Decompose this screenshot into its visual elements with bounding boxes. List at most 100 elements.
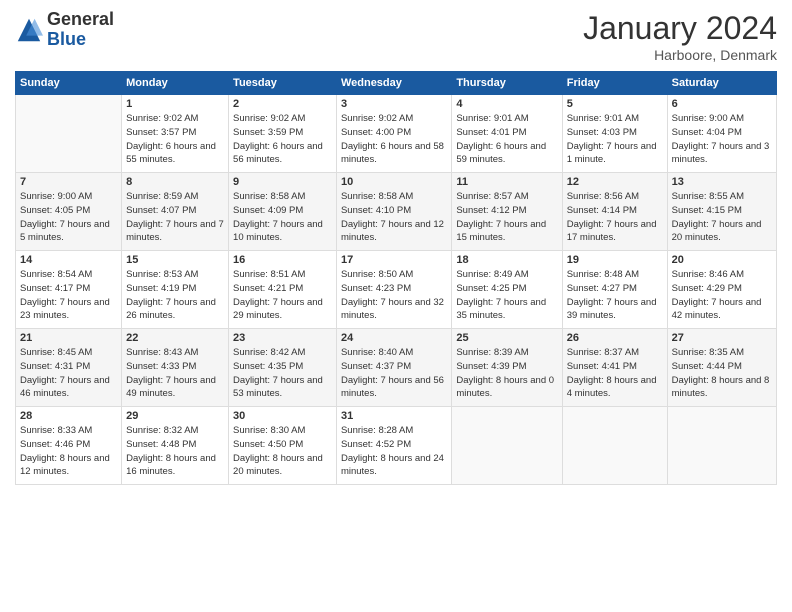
day-info: Sunrise: 8:58 AMSunset: 4:10 PMDaylight:…	[341, 190, 447, 245]
logo-general: General	[47, 9, 114, 29]
day-number: 19	[567, 254, 663, 266]
day-info: Sunrise: 9:00 AMSunset: 4:04 PMDaylight:…	[672, 112, 772, 167]
day-number: 8	[126, 176, 224, 188]
calendar-cell: 15 Sunrise: 8:53 AMSunset: 4:19 PMDayligh…	[122, 251, 229, 329]
calendar-cell: 25Sunrise: 8:39 AMSunset: 4:39 PMDayligh…	[452, 329, 562, 407]
day-number: 27	[672, 332, 772, 344]
day-info: Sunrise: 8:54 AMSunset: 4:17 PMDaylight:…	[20, 268, 117, 323]
day-number: 4	[456, 98, 557, 110]
calendar-cell: 9 Sunrise: 8:58 AMSunset: 4:09 PMDaylight…	[229, 173, 337, 251]
day-info: Sunrise: 8:40 AMSunset: 4:37 PMDaylight:…	[341, 346, 447, 401]
col-monday: Monday	[122, 72, 229, 95]
calendar-cell: 31 Sunrise: 8:28 AMSunset: 4:52 PMDayligh…	[336, 407, 451, 485]
calendar-cell: 14 Sunrise: 8:54 AMSunset: 4:17 PMDayligh…	[16, 251, 122, 329]
calendar-cell: 4 Sunrise: 9:01 AMSunset: 4:01 PMDaylight…	[452, 95, 562, 173]
calendar-cell: 12Sunrise: 8:56 AMSunset: 4:14 PMDayligh…	[562, 173, 667, 251]
day-info: Sunrise: 9:02 AMSunset: 3:59 PMDaylight:…	[233, 112, 332, 167]
calendar-cell: 23 Sunrise: 8:42 AMSunset: 4:35 PMDayligh…	[229, 329, 337, 407]
day-info: Sunrise: 8:48 AMSunset: 4:27 PMDaylight:…	[567, 268, 663, 323]
calendar-cell: 29 Sunrise: 8:32 AMSunset: 4:48 PMDayligh…	[122, 407, 229, 485]
day-info: Sunrise: 8:53 AMSunset: 4:19 PMDaylight:…	[126, 268, 224, 323]
day-number: 31	[341, 410, 447, 422]
day-number: 16	[233, 254, 332, 266]
day-info: Sunrise: 9:00 AMSunset: 4:05 PMDaylight:…	[20, 190, 117, 245]
day-info: Sunrise: 8:46 AMSunset: 4:29 PMDaylight:…	[672, 268, 772, 323]
day-info: Sunrise: 8:49 AMSunset: 4:25 PMDaylight:…	[456, 268, 557, 323]
calendar-cell: 18 Sunrise: 8:49 AMSunset: 4:25 PMDayligh…	[452, 251, 562, 329]
day-info: Sunrise: 8:37 AMSunset: 4:41 PMDaylight:…	[567, 346, 663, 401]
day-number: 26	[567, 332, 663, 344]
day-number: 11	[456, 176, 557, 188]
calendar-cell: 28 Sunrise: 8:33 AMSunset: 4:46 PMDayligh…	[16, 407, 122, 485]
day-info: Sunrise: 9:01 AMSunset: 4:01 PMDaylight:…	[456, 112, 557, 167]
day-info: Sunrise: 8:57 AMSunset: 4:12 PMDaylight:…	[456, 190, 557, 245]
day-info: Sunrise: 8:39 AMSunset: 4:39 PMDaylight:…	[456, 346, 557, 401]
calendar-cell: 8 Sunrise: 8:59 AMSunset: 4:07 PMDaylight…	[122, 173, 229, 251]
day-number: 24	[341, 332, 447, 344]
day-info: Sunrise: 8:42 AMSunset: 4:35 PMDaylight:…	[233, 346, 332, 401]
calendar-cell: 7 Sunrise: 9:00 AMSunset: 4:05 PMDaylight…	[16, 173, 122, 251]
calendar-cell: 1Sunrise: 9:02 AMSunset: 3:57 PMDaylight…	[122, 95, 229, 173]
day-info: Sunrise: 8:28 AMSunset: 4:52 PMDaylight:…	[341, 424, 447, 479]
calendar-cell: 17 Sunrise: 8:50 AMSunset: 4:23 PMDayligh…	[336, 251, 451, 329]
day-info: Sunrise: 9:02 AMSunset: 4:00 PMDaylight:…	[341, 112, 447, 167]
calendar-cell	[452, 407, 562, 485]
page-header: General Blue January 2024 Harboore, Denm…	[15, 10, 777, 63]
calendar-cell	[562, 407, 667, 485]
title-block: January 2024 Harboore, Denmark	[583, 10, 777, 63]
day-number: 7	[20, 176, 117, 188]
calendar-cell: 19 Sunrise: 8:48 AMSunset: 4:27 PMDayligh…	[562, 251, 667, 329]
day-info: Sunrise: 8:33 AMSunset: 4:46 PMDaylight:…	[20, 424, 117, 479]
day-number: 17	[341, 254, 447, 266]
calendar-cell: 6Sunrise: 9:00 AMSunset: 4:04 PMDaylight…	[667, 95, 776, 173]
calendar-cell: 16 Sunrise: 8:51 AMSunset: 4:21 PMDayligh…	[229, 251, 337, 329]
day-info: Sunrise: 8:32 AMSunset: 4:48 PMDaylight:…	[126, 424, 224, 479]
day-info: Sunrise: 8:45 AMSunset: 4:31 PMDaylight:…	[20, 346, 117, 401]
calendar-cell: 13 Sunrise: 8:55 AMSunset: 4:15 PMDayligh…	[667, 173, 776, 251]
col-wednesday: Wednesday	[336, 72, 451, 95]
day-info: Sunrise: 8:55 AMSunset: 4:15 PMDaylight:…	[672, 190, 772, 245]
logo-blue: Blue	[47, 29, 86, 49]
calendar-table: Sunday Monday Tuesday Wednesday Thursday…	[15, 71, 777, 485]
calendar-cell: 10 Sunrise: 8:58 AMSunset: 4:10 PMDayligh…	[336, 173, 451, 251]
calendar-cell: 24 Sunrise: 8:40 AMSunset: 4:37 PMDayligh…	[336, 329, 451, 407]
calendar-cell: 27 Sunrise: 8:35 AMSunset: 4:44 PMDayligh…	[667, 329, 776, 407]
day-number: 12	[567, 176, 663, 188]
col-saturday: Saturday	[667, 72, 776, 95]
day-number: 2	[233, 98, 332, 110]
calendar-cell	[667, 407, 776, 485]
calendar-cell: 21 Sunrise: 8:45 AMSunset: 4:31 PMDayligh…	[16, 329, 122, 407]
logo-icon	[15, 16, 43, 44]
day-info: Sunrise: 8:58 AMSunset: 4:09 PMDaylight:…	[233, 190, 332, 245]
day-number: 30	[233, 410, 332, 422]
day-number: 28	[20, 410, 117, 422]
day-number: 10	[341, 176, 447, 188]
day-number: 3	[341, 98, 447, 110]
calendar-cell	[16, 95, 122, 173]
day-info: Sunrise: 8:51 AMSunset: 4:21 PMDaylight:…	[233, 268, 332, 323]
day-info: Sunrise: 9:01 AMSunset: 4:03 PMDaylight:…	[567, 112, 663, 167]
day-number: 15	[126, 254, 224, 266]
day-number: 13	[672, 176, 772, 188]
logo: General Blue	[15, 10, 114, 50]
calendar-cell: 26 Sunrise: 8:37 AMSunset: 4:41 PMDayligh…	[562, 329, 667, 407]
calendar-cell: 2 Sunrise: 9:02 AMSunset: 3:59 PMDaylight…	[229, 95, 337, 173]
calendar-cell: 30Sunrise: 8:30 AMSunset: 4:50 PMDayligh…	[229, 407, 337, 485]
day-number: 1	[126, 98, 224, 110]
day-number: 22	[126, 332, 224, 344]
day-info: Sunrise: 8:50 AMSunset: 4:23 PMDaylight:…	[341, 268, 447, 323]
day-info: Sunrise: 8:59 AMSunset: 4:07 PMDaylight:…	[126, 190, 224, 245]
day-number: 5	[567, 98, 663, 110]
day-number: 23	[233, 332, 332, 344]
location-subtitle: Harboore, Denmark	[583, 47, 777, 63]
day-info: Sunrise: 8:43 AMSunset: 4:33 PMDaylight:…	[126, 346, 224, 401]
day-info: Sunrise: 8:35 AMSunset: 4:44 PMDaylight:…	[672, 346, 772, 401]
day-number: 21	[20, 332, 117, 344]
day-number: 14	[20, 254, 117, 266]
day-number: 18	[456, 254, 557, 266]
calendar-cell: 11 Sunrise: 8:57 AMSunset: 4:12 PMDayligh…	[452, 173, 562, 251]
col-thursday: Thursday	[452, 72, 562, 95]
day-number: 29	[126, 410, 224, 422]
col-sunday: Sunday	[16, 72, 122, 95]
day-number: 9	[233, 176, 332, 188]
